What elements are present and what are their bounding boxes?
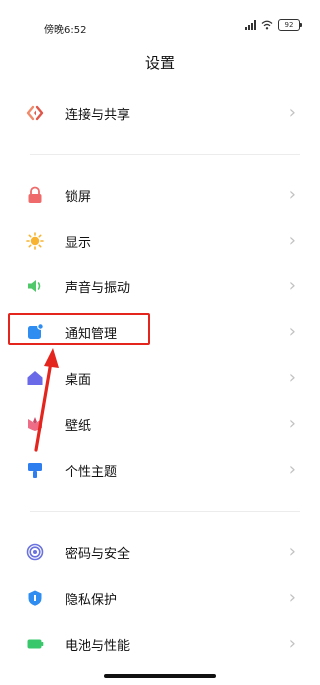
shield-icon bbox=[26, 589, 44, 607]
wifi-icon bbox=[261, 20, 273, 30]
settings-item-label: 密码与安全 bbox=[65, 546, 131, 562]
chevron-right-icon: › bbox=[288, 459, 296, 480]
brush-icon bbox=[26, 461, 44, 479]
chevron-right-icon: › bbox=[288, 633, 296, 654]
chevron-right-icon: › bbox=[288, 230, 296, 251]
settings-item-lock-screen[interactable]: 锁屏 › bbox=[0, 172, 320, 218]
settings-item-battery-performance[interactable]: 电池与性能 › bbox=[0, 621, 320, 667]
home-indicator[interactable] bbox=[104, 674, 216, 678]
section-divider bbox=[30, 511, 300, 512]
settings-item-label: 个性主题 bbox=[65, 464, 118, 480]
settings-item-display[interactable]: 显示 › bbox=[0, 218, 320, 264]
status-bar: 傍晚6:52 92 bbox=[0, 0, 320, 40]
settings-item-label: 壁纸 bbox=[65, 418, 92, 434]
status-time: 傍晚6:52 bbox=[44, 25, 87, 36]
settings-item-privacy-protection[interactable]: 隐私保护 › bbox=[0, 575, 320, 621]
chevron-right-icon: › bbox=[288, 413, 296, 434]
settings-item-desktop[interactable]: 桌面 › bbox=[0, 355, 320, 401]
speaker-icon bbox=[26, 277, 44, 295]
battery-status-icon: 92 bbox=[278, 19, 302, 31]
chevron-right-icon: › bbox=[288, 541, 296, 562]
settings-item-label: 电池与性能 bbox=[65, 638, 131, 654]
chevron-right-icon: › bbox=[288, 102, 296, 123]
chevron-right-icon: › bbox=[288, 587, 296, 608]
signal-icon bbox=[245, 20, 256, 30]
settings-item-label: 隐私保护 bbox=[65, 592, 118, 608]
settings-item-label: 显示 bbox=[65, 235, 92, 251]
settings-item-label: 连接与共享 bbox=[65, 107, 131, 123]
lock-icon bbox=[26, 186, 44, 204]
settings-item-wallpaper[interactable]: 壁纸 › bbox=[0, 401, 320, 447]
chevron-right-icon: › bbox=[288, 275, 296, 296]
settings-item-label: 锁屏 bbox=[65, 189, 92, 205]
settings-item-label: 桌面 bbox=[65, 372, 92, 388]
home-icon bbox=[26, 369, 44, 387]
highlight-box bbox=[8, 313, 150, 345]
settings-item-sound-vibration[interactable]: 声音与振动 › bbox=[0, 263, 320, 309]
sun-icon bbox=[26, 232, 44, 250]
settings-item-password-security[interactable]: 密码与安全 › bbox=[0, 529, 320, 575]
chevron-right-icon: › bbox=[288, 184, 296, 205]
connection-share-icon bbox=[26, 104, 44, 122]
section-divider bbox=[30, 154, 300, 155]
page-title: 设置 bbox=[144, 54, 175, 72]
settings-item-personal-theme[interactable]: 个性主题 › bbox=[0, 447, 320, 493]
chevron-right-icon: › bbox=[288, 367, 296, 388]
battery-icon bbox=[26, 635, 44, 653]
fingerprint-icon bbox=[26, 543, 44, 561]
settings-item-connection-share[interactable]: 连接与共享 › bbox=[0, 90, 320, 136]
settings-item-label: 声音与振动 bbox=[65, 280, 131, 296]
chevron-right-icon: › bbox=[288, 321, 296, 342]
status-icons: 92 bbox=[245, 19, 302, 31]
wallpaper-flower-icon bbox=[26, 415, 44, 433]
